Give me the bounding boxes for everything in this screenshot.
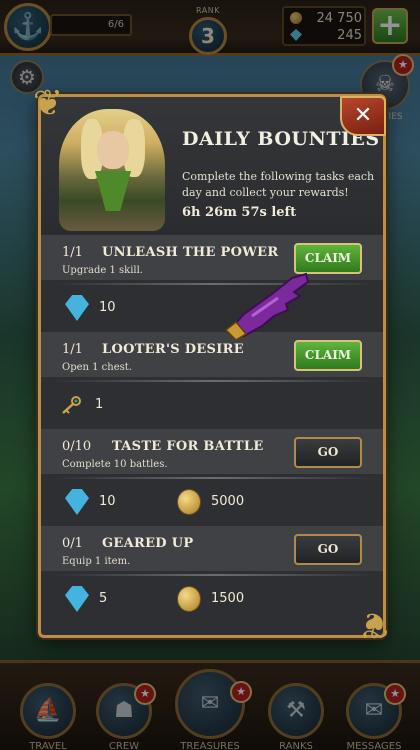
go-button[interactable]: GO (294, 534, 362, 565)
divider (55, 283, 375, 285)
task-row: 0/1 GEARED UP Equip 1 item. GO 5 1500 (41, 526, 383, 623)
divider (55, 380, 375, 382)
daily-bounties-dialog: DAILY BOUNTIES Complete the following ta… (38, 94, 386, 638)
divider (55, 574, 375, 576)
task-progress: 0/10 (62, 439, 92, 454)
task-description: Complete 10 battles. (62, 459, 168, 470)
task-name: GEARED UP (102, 536, 194, 551)
coin-icon (177, 489, 201, 515)
corner-ornament-icon: ❦ (358, 604, 390, 645)
go-button[interactable]: GO (294, 437, 362, 468)
dialog-subtitle: Complete the following tasks each day an… (182, 170, 375, 199)
dialog-header: DAILY BOUNTIES Complete the following ta… (41, 97, 383, 235)
task-name: LOOTER'S DESIRE (102, 342, 244, 357)
task-row: 1/1 UNLEASH THE POWER Upgrade 1 skill. C… (41, 235, 383, 332)
task-progress: 1/1 (62, 245, 83, 260)
reward-amount: 5 (99, 591, 108, 606)
corner-ornament-icon: ❦ (32, 83, 64, 124)
task-name: UNLEASH THE POWER (102, 245, 279, 260)
close-button[interactable]: ✕ (340, 96, 386, 136)
task-progress: 0/1 (62, 536, 83, 551)
pointing-glove-icon (224, 272, 310, 340)
task-row: 1/1 LOOTER'S DESIRE Open 1 chest. CLAIM … (41, 332, 383, 429)
reward-amount: 10 (99, 300, 116, 315)
task-name: TASTE FOR BATTLE (112, 439, 264, 454)
key-icon (59, 392, 83, 418)
task-description: Open 1 chest. (62, 362, 132, 373)
reward-amount: 1 (95, 397, 104, 412)
divider (55, 477, 375, 479)
claim-button[interactable]: CLAIM (294, 340, 362, 371)
coin-icon (177, 586, 201, 612)
reward-amount: 10 (99, 494, 116, 509)
time-remaining: 6h 26m 57s left (182, 205, 297, 220)
reward-amount: 1500 (211, 591, 245, 606)
task-progress: 1/1 (62, 342, 83, 357)
reward-amount: 5000 (211, 494, 245, 509)
task-row: 0/10 TASTE FOR BATTLE Complete 10 battle… (41, 429, 383, 526)
task-description: Equip 1 item. (62, 556, 131, 567)
character-portrait (59, 109, 165, 231)
task-description: Upgrade 1 skill. (62, 265, 143, 276)
